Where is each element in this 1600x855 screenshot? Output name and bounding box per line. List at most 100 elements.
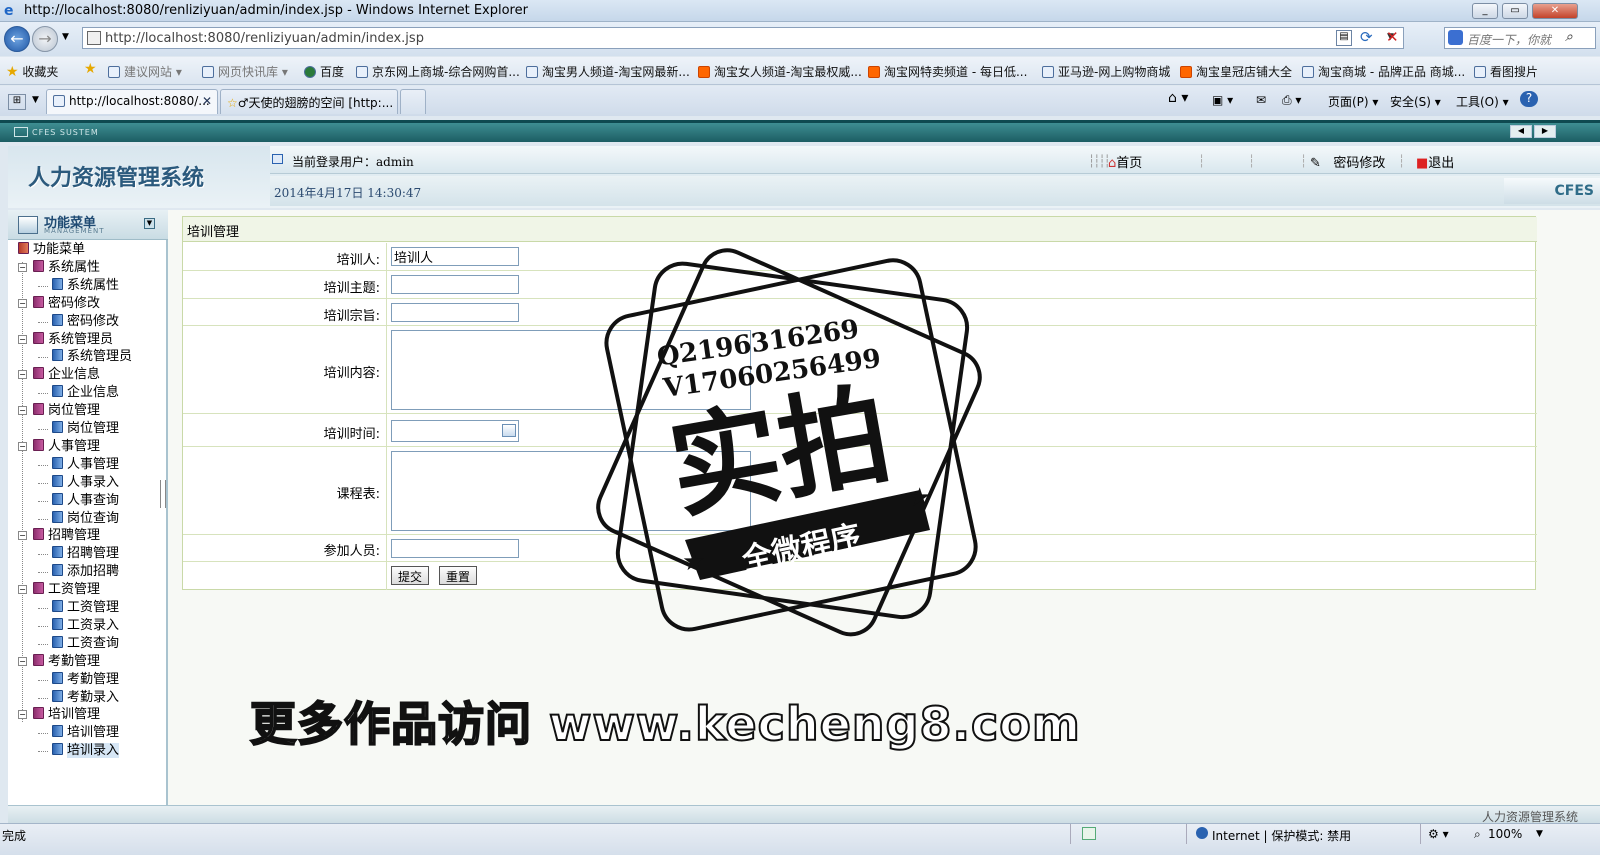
new-tab-button[interactable]: [400, 89, 426, 114]
header-top-bar: 当前登录用户：admin ┆┆┆┆ ⌂首页 ┆ ┆ ┆ ✎ 密码修改 ┆ ■退出: [270, 146, 1600, 174]
collapse-toggle-icon[interactable]: −: [18, 710, 27, 720]
search-icon[interactable]: ⌕: [1565, 29, 1573, 45]
menu-item[interactable]: 企业信息: [38, 384, 119, 402]
menu-root[interactable]: 功能菜单: [18, 241, 85, 259]
menu-item[interactable]: 考勤管理: [38, 671, 119, 689]
collapse-icon[interactable]: ▼: [144, 218, 155, 229]
collapse-toggle-icon[interactable]: −: [18, 334, 27, 344]
refresh-icon[interactable]: ⟳: [1360, 28, 1373, 46]
back-button[interactable]: ←: [4, 26, 30, 52]
menu-group[interactable]: − 招聘管理: [18, 527, 100, 545]
safety-menu[interactable]: 安全(S) ▾: [1390, 93, 1441, 110]
stop-icon[interactable]: ✕: [1386, 28, 1399, 46]
menu-group[interactable]: − 企业信息: [18, 366, 100, 384]
favorite-link[interactable]: 百度: [304, 63, 344, 80]
add-favorite-icon[interactable]: ★: [84, 61, 97, 77]
collapse-toggle-icon[interactable]: −: [18, 656, 27, 666]
zoom-icon[interactable]: ⌕: [1474, 827, 1481, 842]
favorite-link[interactable]: 淘宝商城 - 品牌正品 商城...: [1302, 63, 1465, 80]
favorite-link[interactable]: 网页快讯库 ▾: [202, 63, 288, 80]
menu-item[interactable]: 工资查询: [38, 635, 119, 653]
trainer-input[interactable]: [391, 247, 519, 266]
favorite-link[interactable]: 淘宝皇冠店铺大全: [1180, 63, 1292, 80]
close-tab-icon[interactable]: ✕: [202, 94, 212, 108]
collapse-toggle-icon[interactable]: −: [18, 585, 27, 595]
menu-group[interactable]: − 考勤管理: [18, 653, 100, 671]
next-arrow-icon[interactable]: ▶: [1534, 125, 1556, 138]
menu-item[interactable]: 人事查询: [38, 492, 119, 510]
home-icon[interactable]: ⌂ ▾: [1168, 90, 1188, 106]
print-icon[interactable]: ⎙ ▾: [1282, 93, 1301, 108]
history-dropdown-icon[interactable]: ▼: [62, 32, 69, 42]
calendar-icon[interactable]: [502, 424, 516, 437]
forward-button[interactable]: →: [32, 26, 58, 52]
zoom-dropdown-icon[interactable]: ▼: [1536, 829, 1543, 839]
favorite-link[interactable]: 淘宝男人频道-淘宝网最新...: [526, 63, 690, 80]
favorite-link[interactable]: 建议网站 ▾: [108, 63, 182, 80]
logout-link[interactable]: ■退出: [1416, 152, 1454, 171]
menu-item[interactable]: 培训录入: [38, 742, 120, 760]
rss-feed-icon[interactable]: ▣ ▾: [1212, 93, 1233, 107]
compat-view-icon[interactable]: ▤: [1336, 30, 1352, 46]
menu-item[interactable]: 考勤录入: [38, 689, 119, 707]
sidebar-splitter-handle[interactable]: [160, 480, 166, 508]
book-icon: [33, 403, 44, 416]
menu-item[interactable]: 培训管理: [38, 724, 119, 742]
time-input[interactable]: [391, 420, 519, 442]
book-icon: [33, 582, 44, 595]
menu-item[interactable]: 系统管理员: [38, 348, 132, 366]
help-icon[interactable]: ?: [1520, 91, 1538, 107]
menu-item[interactable]: 招聘管理: [38, 545, 119, 563]
collapse-toggle-icon[interactable]: −: [18, 531, 27, 541]
protected-mode-icon[interactable]: ⚙ ▾: [1428, 827, 1449, 841]
address-input[interactable]: http://localhost:8080/renliziyuan/admin/…: [82, 27, 1404, 49]
favorite-link[interactable]: 淘宝女人频道-淘宝最权威...: [698, 63, 862, 80]
collapse-toggle-icon[interactable]: −: [18, 370, 27, 380]
favorite-link[interactable]: 看图搜片: [1474, 63, 1538, 80]
zoom-level[interactable]: 100%: [1488, 827, 1522, 841]
menu-item[interactable]: 系统属性: [38, 277, 119, 295]
menu-item[interactable]: 密码修改: [38, 313, 119, 331]
maximize-button[interactable]: ▭: [1502, 3, 1528, 19]
quick-tabs-icon[interactable]: ⊞: [8, 94, 26, 110]
collapse-toggle-icon[interactable]: −: [18, 262, 27, 272]
menu-group[interactable]: − 工资管理: [18, 581, 100, 599]
page-menu[interactable]: 页面(P) ▾: [1328, 93, 1378, 110]
purpose-input[interactable]: [391, 303, 519, 322]
topic-input[interactable]: [391, 275, 519, 294]
menu-item[interactable]: 人事管理: [38, 456, 119, 474]
favorite-link[interactable]: 京东网上商城-综合网购首...: [356, 63, 520, 80]
menu-group[interactable]: − 岗位管理: [18, 402, 100, 420]
mail-icon[interactable]: ✉: [1256, 93, 1266, 107]
prev-arrow-icon[interactable]: ◀: [1510, 125, 1532, 138]
tab-active[interactable]: http://localhost:8080/... ✕: [46, 89, 218, 114]
tools-menu[interactable]: 工具(O) ▾: [1456, 93, 1509, 110]
home-link[interactable]: ⌂首页: [1108, 152, 1142, 171]
menu-item[interactable]: 岗位管理: [38, 420, 119, 438]
favorite-link[interactable]: 亚马逊-网上购物商城: [1042, 63, 1170, 80]
menu-group[interactable]: − 人事管理: [18, 438, 100, 456]
menu-group[interactable]: − 系统属性: [18, 259, 100, 277]
collapse-toggle-icon[interactable]: −: [18, 406, 27, 416]
favorites-button[interactable]: ★ 收藏夹: [6, 63, 58, 80]
search-input[interactable]: 百度一下，你就 ⌕: [1444, 27, 1596, 49]
password-link[interactable]: ✎ 密码修改: [1310, 152, 1385, 171]
menu-item[interactable]: 添加招聘: [38, 563, 119, 581]
tab-inactive[interactable]: ☆♂天使的翅膀的空间 [http:...: [220, 89, 398, 114]
menu-group[interactable]: − 培训管理: [18, 706, 100, 724]
menu-item[interactable]: 人事录入: [38, 474, 119, 492]
reset-button[interactable]: 重置: [439, 566, 478, 585]
menu-item[interactable]: 工资录入: [38, 617, 119, 635]
menu-item[interactable]: 工资管理: [38, 599, 119, 617]
tab-list-dropdown-icon[interactable]: ▼: [32, 95, 39, 105]
participants-input[interactable]: [391, 539, 519, 558]
menu-group[interactable]: − 密码修改: [18, 295, 100, 313]
menu-item[interactable]: 岗位查询: [38, 510, 119, 528]
minimize-button[interactable]: _: [1472, 3, 1498, 19]
menu-group[interactable]: − 系统管理员: [18, 331, 113, 349]
submit-button[interactable]: 提交: [391, 566, 430, 585]
collapse-toggle-icon[interactable]: −: [18, 441, 27, 451]
close-window-button[interactable]: ✕: [1532, 3, 1578, 19]
collapse-toggle-icon[interactable]: −: [18, 298, 27, 308]
favorite-link[interactable]: 淘宝网特卖频道 - 每日低...: [868, 63, 1027, 80]
